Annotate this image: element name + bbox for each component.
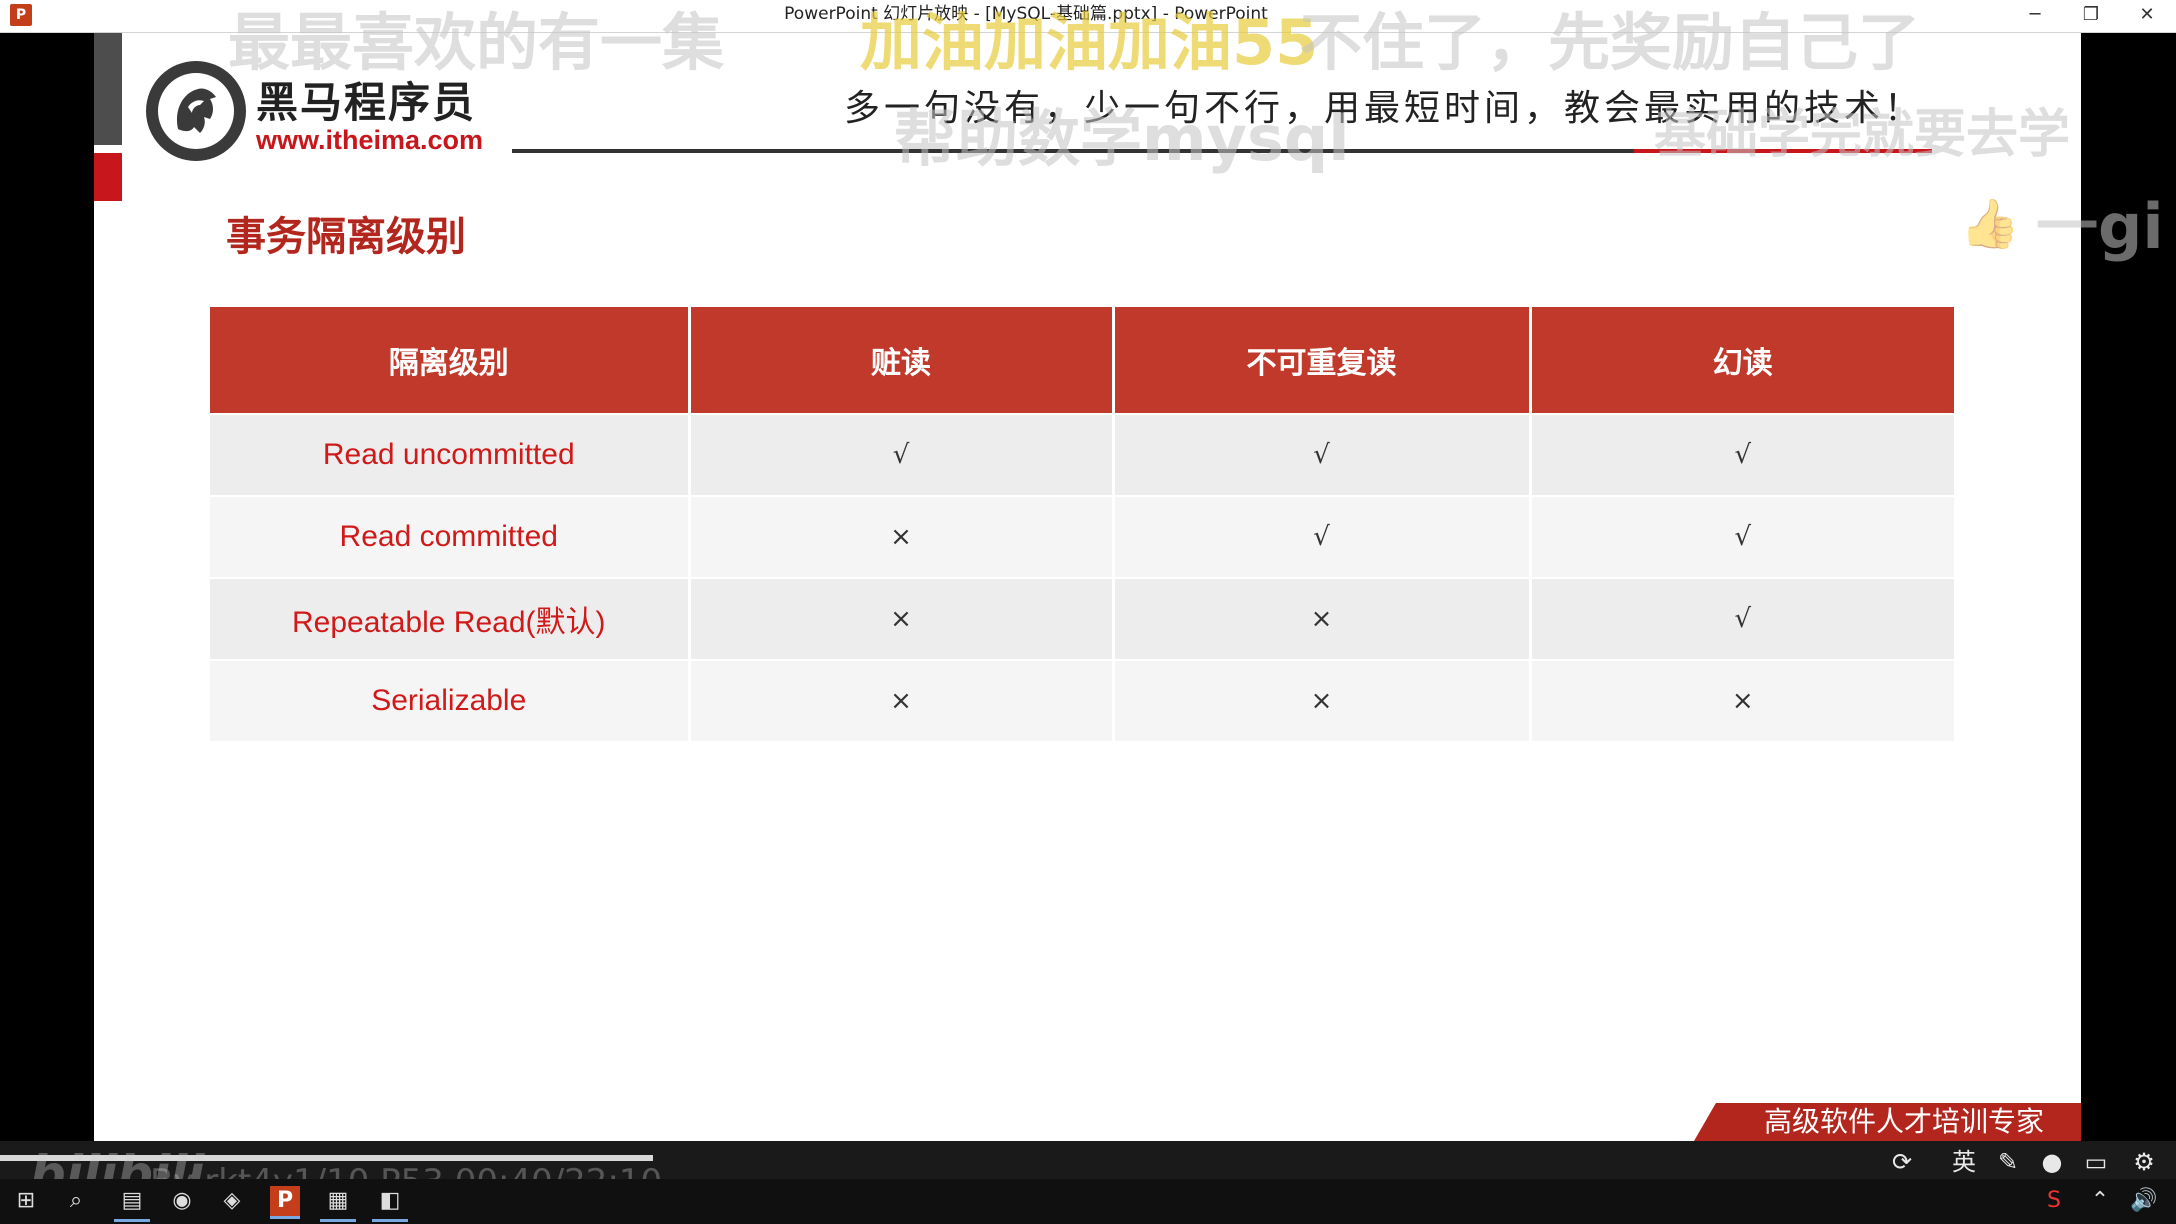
restore-button[interactable]: ❐ <box>2068 0 2114 30</box>
table-header-row: 隔离级别 赃读 不可重复读 幻读 <box>210 307 1954 414</box>
danmaku-comment: 帮助数学mysql <box>894 102 1350 175</box>
gear-icon[interactable]: ⚙ <box>2126 1146 2162 1178</box>
decor-bar-red <box>94 153 122 201</box>
cell-dirty-read: × <box>689 495 1115 578</box>
cell-level: Read uncommitted <box>210 413 691 496</box>
danmaku-comment: 最最喜欢的有一集 <box>228 6 725 79</box>
footer-tagline: 高级软件人才培训专家 <box>1763 1105 2044 1138</box>
danmaku-comment: 不住了，先奖励自己了 <box>1300 6 1921 79</box>
cell-dirty-read: × <box>689 577 1115 660</box>
header-isolation-level: 隔离级别 <box>210 307 691 414</box>
cell-phantom-read: × <box>1530 659 1954 741</box>
cell-non-repeatable-read: √ <box>1113 495 1532 578</box>
slide[interactable]: 黑马程序员 www.itheima.com 多一句没有，少一句不行，用最短时间，… <box>94 33 2081 1141</box>
logo-name: 黑马程序员 <box>256 78 477 127</box>
windows-taskbar: ⊞ ⌕ ▤ ◉ ◈ P ▦ ◧ S ⌃ 🔊 <box>0 1179 2176 1224</box>
close-button[interactable]: ✕ <box>2124 0 2170 30</box>
header-phantom-read: 幻读 <box>1530 307 1954 414</box>
decor-bar-gray <box>94 33 122 145</box>
mic-icon[interactable]: ● <box>2036 1146 2068 1178</box>
thumbs-up-icon: 👍 <box>1960 196 2020 252</box>
screen-icon[interactable]: ▭ <box>2078 1146 2114 1178</box>
file-explorer-icon[interactable]: ▤ <box>114 1183 150 1222</box>
cell-non-repeatable-read: × <box>1113 659 1532 741</box>
table-row: Serializable × × × <box>210 659 1954 741</box>
table-row: Repeatable Read(默认) × × √ <box>210 577 1954 660</box>
slideshow-stage: 黑马程序员 www.itheima.com 多一句没有，少一句不行，用最短时间，… <box>0 33 2176 1181</box>
cell-dirty-read: √ <box>689 413 1115 496</box>
cell-level: Read committed <box>210 495 691 578</box>
cell-level: Serializable <box>210 659 691 741</box>
chevron-up-icon[interactable]: ⌃ <box>2082 1183 2118 1219</box>
sogou-input-icon[interactable]: S <box>2036 1183 2072 1219</box>
cell-dirty-read: × <box>689 659 1115 741</box>
table-row: Read committed × √ √ <box>210 495 1954 578</box>
cell-phantom-read: √ <box>1530 495 1954 578</box>
horse-head-icon <box>176 88 216 133</box>
header-non-repeatable-read: 不可重复读 <box>1113 307 1532 414</box>
app-icon[interactable]: ◈ <box>214 1183 250 1219</box>
datagrip-icon[interactable]: ◧ <box>372 1183 408 1222</box>
notepad-icon[interactable]: ▦ <box>320 1183 356 1222</box>
danmaku-comment: 基础学完就要去学 <box>1654 105 2071 165</box>
cell-phantom-read: √ <box>1530 577 1954 660</box>
chrome-icon[interactable]: ◉ <box>164 1183 200 1219</box>
cell-level: Repeatable Read(默认) <box>210 577 691 660</box>
search-icon[interactable]: ⌕ <box>58 1183 94 1219</box>
danmaku-comment: 加油加油加油55 <box>860 6 1319 79</box>
cell-non-repeatable-read: √ <box>1113 413 1532 496</box>
isolation-level-table: 隔离级别 赃读 不可重复读 幻读 Read uncommitted √ √ √ … <box>210 307 1954 741</box>
cell-phantom-read: √ <box>1530 413 1954 496</box>
table-row: Read uncommitted √ √ √ <box>210 413 1954 496</box>
logo-url: www.itheima.com <box>256 125 484 155</box>
danmaku-comment: 一gi <box>2036 190 2164 263</box>
windows-start-icon[interactable]: ⊞ <box>8 1183 44 1219</box>
lang-toggle[interactable]: 英 <box>1948 1146 1980 1178</box>
header-dirty-read: 赃读 <box>689 307 1115 414</box>
powerpoint-icon[interactable]: P <box>270 1186 300 1219</box>
loop-icon[interactable]: ⟳ <box>1884 1146 1920 1178</box>
pen-icon[interactable]: ✎ <box>1992 1146 2024 1178</box>
slide-heading: 事务隔离级别 <box>226 214 466 260</box>
volume-icon[interactable]: 🔊 <box>2126 1183 2162 1219</box>
cell-non-repeatable-read: × <box>1113 577 1532 660</box>
minimize-button[interactable]: ─ <box>2012 0 2058 30</box>
